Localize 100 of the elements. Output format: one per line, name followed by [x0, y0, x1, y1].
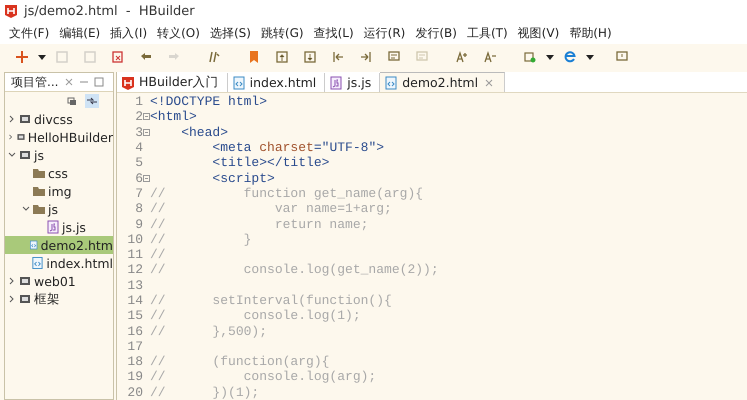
tree-item[interactable]: HelloHBuilder: [5, 128, 113, 146]
code-line: // function get_name(arg){: [150, 186, 424, 201]
expanded-chevron-icon[interactable]: [22, 205, 30, 213]
font-decrease-icon: [483, 50, 497, 64]
collapsed-chevron-icon[interactable]: [8, 115, 16, 123]
line-number: 16: [126, 324, 143, 339]
line-number: 15: [126, 308, 143, 324]
project-icon: [18, 112, 32, 126]
menu-item[interactable]: 转义(O): [152, 24, 205, 42]
editor-tab[interactable]: demo2.html: [380, 72, 506, 92]
maximize-icon: [92, 75, 106, 89]
line-number: 2: [134, 109, 143, 124]
code-line: <script>: [211, 170, 275, 186]
menu-item[interactable]: 运行(R): [358, 24, 410, 42]
tree-item[interactable]: 框架: [5, 290, 113, 308]
expanded-chevron-icon[interactable]: [8, 151, 16, 159]
bookmark-icon: [247, 50, 261, 64]
code-line: <!DOCTYPE html>: [150, 94, 268, 110]
line-number: 3: [134, 124, 143, 140]
tree-item[interactable]: js: [5, 200, 113, 218]
dropdown-caret-icon[interactable]: [546, 54, 554, 60]
tree-item[interactable]: js.js: [5, 218, 113, 236]
tree-item[interactable]: index.html: [5, 254, 113, 272]
code-line: // })(1);: [150, 384, 260, 400]
tree-item[interactable]: web01: [5, 272, 113, 290]
menu-item[interactable]: 编辑(E): [54, 24, 106, 42]
folder-icon: [32, 184, 46, 198]
line-number: 10: [126, 232, 143, 247]
menu-item[interactable]: 工具(T): [462, 24, 513, 42]
line-number: 7: [134, 186, 143, 201]
js-file-icon: [46, 220, 60, 234]
link-editor-icon: [85, 94, 99, 108]
run-icon: [523, 50, 537, 64]
code-line: <head>: [180, 124, 228, 140]
editor-tab[interactable]: index.html: [228, 73, 326, 92]
tree-item-label: js: [48, 202, 58, 216]
code-line: <meta charset="UTF-8">: [211, 140, 384, 156]
dropdown-caret-icon[interactable]: [38, 54, 46, 60]
tree-item[interactable]: img: [5, 182, 113, 200]
html-file-icon: [29, 238, 39, 252]
window-title: js/demo2.html - HBuilder: [24, 4, 195, 18]
tree-item-label: js: [34, 148, 44, 162]
fold-icon[interactable]: [143, 174, 150, 182]
dropdown-caret-icon[interactable]: [586, 54, 594, 60]
project-icon: [18, 274, 32, 288]
html-file-icon: [31, 256, 44, 270]
menu-item[interactable]: 帮助(H): [564, 24, 617, 42]
html-file-icon: [232, 76, 246, 90]
line-number: 8: [134, 201, 143, 216]
menu-item[interactable]: 插入(I): [105, 24, 152, 42]
minimize-icon[interactable]: [80, 81, 88, 83]
collapsed-chevron-icon[interactable]: [8, 277, 16, 285]
format-icon: [207, 50, 221, 64]
menu-item[interactable]: 文件(F): [4, 24, 54, 42]
code-line: // var name=1+arg;: [150, 201, 392, 216]
folder-icon: [32, 166, 46, 180]
code-line: // (function(arg){: [150, 354, 330, 370]
code-line: // setInterval(function(){: [150, 293, 392, 308]
close-files-icon: [111, 50, 125, 64]
collapsed-chevron-icon[interactable]: [8, 295, 16, 303]
hbuilder-logo-icon: [121, 76, 135, 90]
page-down-icon: [303, 50, 317, 64]
indent-right-icon: [359, 50, 373, 64]
code-line: <title></title>: [211, 155, 330, 170]
line-number: 17: [126, 338, 143, 354]
save-icon: [55, 50, 69, 64]
menu-item[interactable]: 视图(V): [512, 24, 564, 42]
line-number: 9: [134, 216, 143, 232]
tree-item[interactable]: divcss: [5, 110, 113, 128]
fold-icon[interactable]: [143, 113, 150, 120]
menu-item[interactable]: 选择(S): [204, 24, 256, 42]
tree-item-label: demo2.htm: [40, 238, 113, 252]
code-line: // }: [150, 232, 252, 247]
menu-item[interactable]: 跳转(G): [256, 24, 309, 42]
line-number: 1: [134, 94, 143, 110]
tree-item[interactable]: js: [5, 146, 113, 164]
tree-item[interactable]: css: [5, 164, 113, 182]
line-number: 12: [126, 262, 143, 278]
tree-item-label: js.js: [62, 220, 86, 234]
save-icon: [83, 50, 97, 64]
menu-item[interactable]: 发行(B): [410, 24, 462, 42]
code-line: // console.log(arg);: [150, 369, 376, 384]
code-line: //: [150, 247, 166, 262]
line-number: 4: [134, 140, 143, 156]
code-line: // },500);: [150, 324, 268, 339]
tree-item[interactable]: demo2.htm: [5, 236, 113, 254]
tree-item-label: 框架: [34, 290, 60, 308]
line-number: 20: [126, 384, 143, 400]
menu-item[interactable]: 查找(L): [308, 24, 359, 42]
fold-icon[interactable]: [143, 128, 150, 136]
tree-item-label: HelloHBuilder: [28, 130, 113, 144]
collapsed-chevron-icon[interactable]: [8, 133, 14, 141]
font-increase-icon: [455, 50, 469, 64]
code-line: // return name;: [150, 216, 368, 232]
tree-item-label: css: [48, 166, 68, 180]
indent-left-icon: [331, 50, 345, 64]
line-number: 14: [126, 293, 143, 308]
code-line: <html>: [150, 109, 197, 124]
tree-item-label: web01: [34, 274, 76, 288]
page-up-icon: [275, 50, 289, 64]
